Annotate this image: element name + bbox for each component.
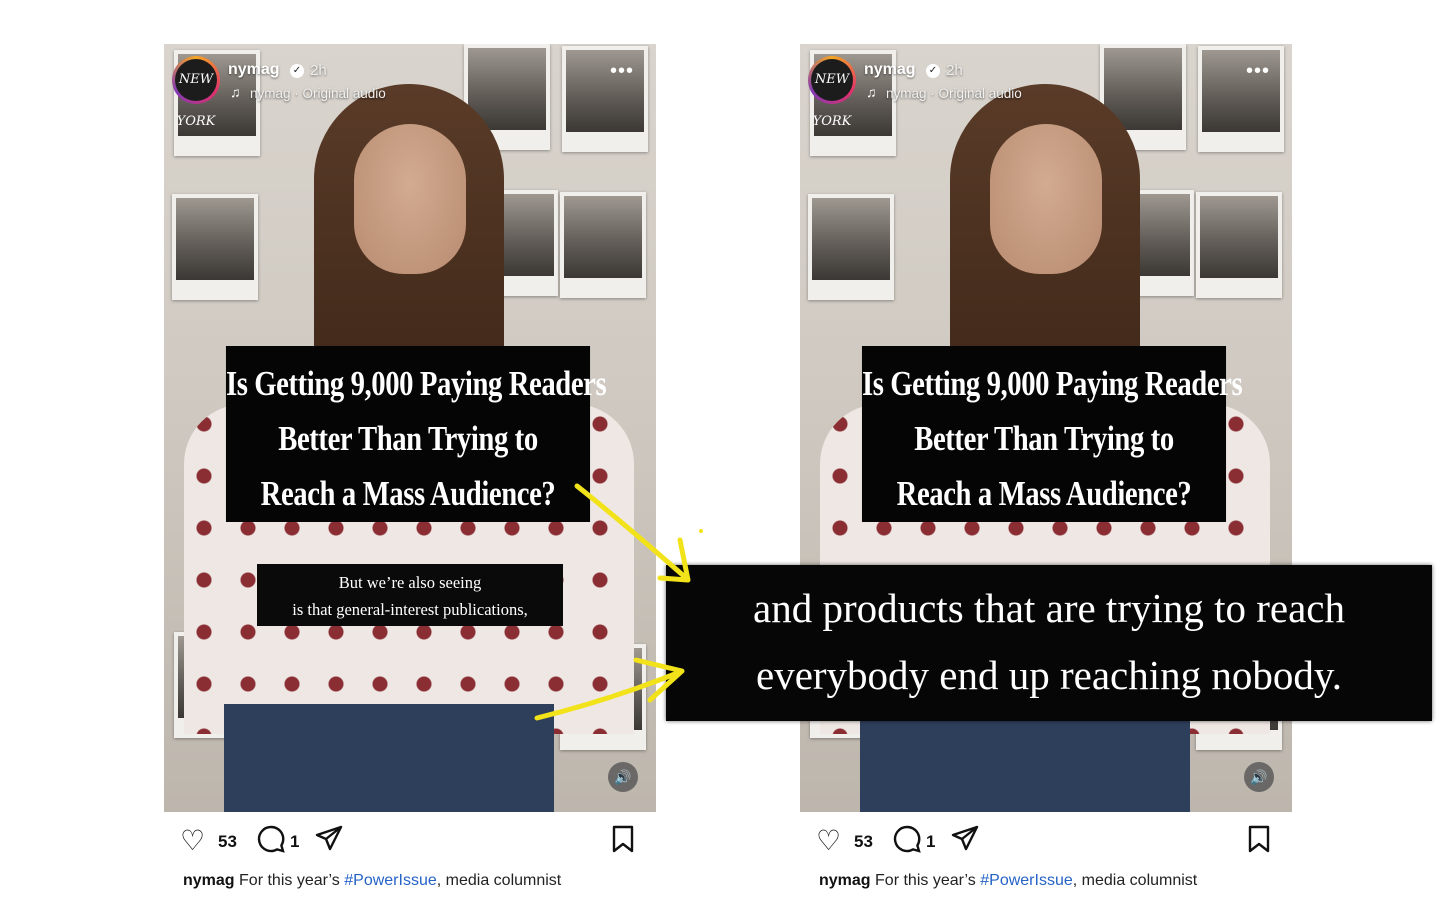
comment-count: 1 <box>926 832 936 851</box>
wall-photo <box>808 194 894 300</box>
speaker-icon[interactable]: 🔊 <box>1244 762 1274 792</box>
music-note-icon: ♫ <box>230 84 241 100</box>
new-york-logo: NEW YORK <box>811 59 853 129</box>
description-text: For this year’s <box>875 872 981 889</box>
share-icon[interactable] <box>314 824 344 860</box>
reel-video[interactable]: NEW YORK nymag ✓ 2h ♫ nymag · Original a… <box>164 44 656 812</box>
description-username[interactable]: nymag <box>183 872 235 889</box>
reel-post-left: NEW YORK nymag ✓ 2h ♫ nymag · Original a… <box>164 44 656 890</box>
wall-photo <box>1196 192 1282 298</box>
comment-count: 1 <box>290 832 300 851</box>
headline-line: Better Than Trying to <box>914 419 1174 458</box>
caption-line: But we’re also seeing <box>338 573 482 592</box>
like-count: 53 <box>854 832 873 851</box>
person-face <box>354 124 466 274</box>
like-count: 53 <box>218 832 237 851</box>
comment-icon[interactable] <box>892 824 922 860</box>
post-time: 2h <box>946 62 963 79</box>
wall-photo <box>172 194 258 300</box>
enlarged-caption-line: everybody end up reaching nobody. <box>756 652 1342 698</box>
headline-overlay: Is Getting 9,000 Paying Readers Better T… <box>225 346 607 522</box>
person-face <box>990 124 1102 274</box>
hashtag-link[interactable]: #PowerIssue <box>980 872 1073 889</box>
enlarged-caption-line: and products that are trying to reach <box>753 585 1345 631</box>
description-text-end: , media columnist <box>436 872 562 889</box>
headline-line: Better Than Trying to <box>278 419 538 458</box>
heart-icon[interactable]: ♡ <box>816 826 841 856</box>
heart-icon[interactable]: ♡ <box>180 826 205 856</box>
description-text-end: , media columnist <box>1072 872 1198 889</box>
post-description: nymag For this year’s #PowerIssue, media… <box>164 872 656 890</box>
audio-label[interactable]: nymag · Original audio <box>250 86 386 101</box>
verified-badge-icon: ✓ <box>926 64 940 78</box>
subtitle-caption: But we’re also seeing is that general-in… <box>257 564 563 626</box>
description-text: For this year’s <box>239 872 345 889</box>
person-jeans <box>224 704 554 812</box>
reel-header: NEW YORK nymag ✓ 2h ♫ nymag · Original a… <box>172 52 648 129</box>
bookmark-icon[interactable] <box>1246 824 1272 860</box>
headline-line: Is Getting 9,000 Paying Readers <box>861 364 1243 403</box>
headline-line: Reach a Mass Audience? <box>260 474 556 513</box>
action-bar: ♡ 53 1 <box>164 812 656 872</box>
username[interactable]: nymag <box>864 61 916 79</box>
wall-photo <box>560 192 646 298</box>
arrow-dot <box>699 529 703 533</box>
post-description: nymag For this year’s #PowerIssue, media… <box>800 872 1292 890</box>
headline-line: Reach a Mass Audience? <box>896 474 1192 513</box>
more-icon[interactable]: ••• <box>610 61 634 81</box>
audio-label[interactable]: nymag · Original audio <box>886 86 1022 101</box>
music-note-icon: ♫ <box>866 84 877 100</box>
account-avatar[interactable]: NEW YORK <box>172 56 220 129</box>
headline-overlay: Is Getting 9,000 Paying Readers Better T… <box>861 346 1243 522</box>
hashtag-link[interactable]: #PowerIssue <box>344 872 437 889</box>
username[interactable]: nymag <box>228 61 280 79</box>
comment-icon[interactable] <box>256 824 286 860</box>
account-avatar[interactable]: NEW YORK <box>808 56 856 129</box>
caption-line: is that general-interest publications, <box>292 600 528 619</box>
new-york-logo: NEW YORK <box>175 59 217 129</box>
description-username[interactable]: nymag <box>819 872 871 889</box>
reel-post-right: NEW YORK nymag ✓ 2h ♫ nymag · Original a… <box>800 44 1292 890</box>
headline-line: Is Getting 9,000 Paying Readers <box>225 364 607 403</box>
verified-badge-icon: ✓ <box>290 64 304 78</box>
reel-header: NEW YORK nymag ✓ 2h ♫ nymag · Original a… <box>808 52 1284 129</box>
action-bar: ♡ 53 1 <box>800 812 1292 872</box>
post-time: 2h <box>310 62 327 79</box>
bookmark-icon[interactable] <box>610 824 636 860</box>
more-icon[interactable]: ••• <box>1246 61 1270 81</box>
enlarged-caption: and products that are trying to reach ev… <box>666 565 1432 721</box>
share-icon[interactable] <box>950 824 980 860</box>
speaker-icon[interactable]: 🔊 <box>608 762 638 792</box>
